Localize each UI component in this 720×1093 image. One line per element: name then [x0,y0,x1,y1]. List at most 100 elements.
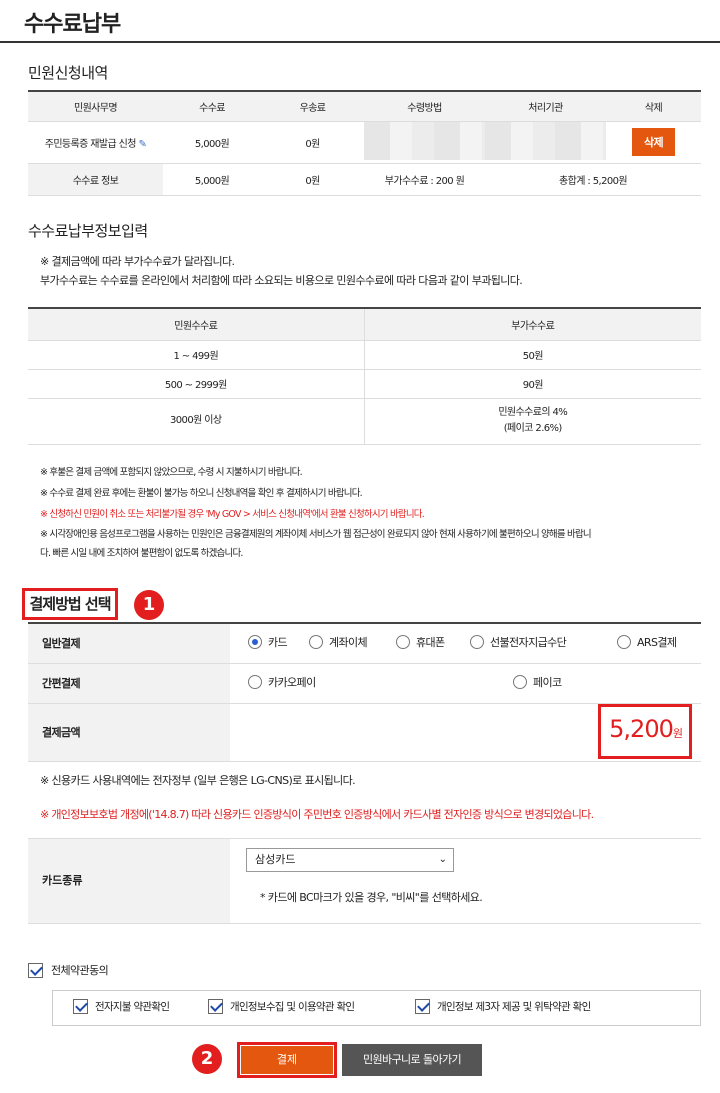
agreement-list: 전자지불 약관확인 개인정보수집 및 이용약관 확인 개인정보 제3자 제공 및… [52,990,701,1026]
card-type-table: 카드종류 삼성카드 ⌄ * 카드에 BC마크가 있을 경우, "비씨"를 선택하… [28,838,701,924]
fee-info-postage: 0원 [261,163,364,196]
table-row: 주민등록증 재발급 신청 ✎ 5,000원 0원 삭제 [28,121,701,164]
radio-icon[interactable] [470,635,484,649]
radio-payco[interactable]: 페이코 [513,674,562,690]
agency-cell [485,121,606,164]
agreement-checkbox[interactable] [208,999,223,1014]
radio-label: 선불전자지급수단 [490,636,567,649]
fee-info-total: 총합계 : 5,200원 [485,163,701,196]
easy-pay-label: 간편결제 [28,663,230,704]
edit-icon[interactable]: ✎ [138,139,146,150]
radio-icon[interactable] [309,635,323,649]
fee-info-row: 수수료 정보 5,000원 0원 부가수수료 : 200 원 총합계 : 5,2… [28,163,701,196]
step-badge-1: 1 [134,590,164,620]
radio-kakaopay[interactable]: 카카오페이 [248,674,316,690]
step-badge-2: 2 [192,1044,222,1074]
fee-info-extra: 부가수수료 : 200 원 [364,163,485,196]
service-name-cell: 주민등록증 재발급 신청 ✎ [28,121,163,164]
receipt-method-cell [364,121,485,164]
general-pay-label: 일반결제 [28,623,230,664]
note-line-refund: ※ 신청하신 민원이 취소 또는 처리불가될 경우 'My GOV > 서비스 … [40,509,425,520]
payment-info-heading: 수수료납부정보입력 [28,222,148,240]
amount-value: 5,200 [609,715,674,743]
radio-transfer[interactable]: 계좌이체 [309,634,368,650]
col-header: 처리기관 [485,91,606,122]
table-row: 500 ~ 2999원 90원 [28,369,701,399]
service-name: 주민등록증 재발급 신청 [44,138,137,150]
extra-fee-line: 민원수수료의 4% [498,407,568,418]
redacted-block [485,121,606,160]
page-title: 수수료납부 [24,12,121,37]
col-header: 민원수수료 [28,308,364,341]
fee-range-cell: 3000원 이상 [28,398,364,445]
fee-range-cell: 1 ~ 499원 [28,340,364,370]
agree-all-label: 전체약관동의 [51,964,109,977]
radio-icon[interactable] [617,635,631,649]
postage-cell: 0원 [261,121,364,164]
card-notice-red: ※ 개인정보보호법 개정에('14.8.7) 따라 신용카드 인증방식이 주민번… [40,808,594,821]
radio-icon[interactable] [396,635,410,649]
title-divider [0,41,720,43]
agreement-item[interactable]: 개인정보 제3자 제공 및 위탁약관 확인 [415,999,591,1014]
delete-button[interactable]: 삭제 [631,128,676,156]
radio-icon[interactable] [248,675,262,689]
agreement-checkbox[interactable] [73,999,88,1014]
radio-label: 계좌이체 [329,636,368,649]
back-to-basket-button[interactable]: 민원바구니로 돌아가기 [342,1044,482,1076]
radio-ars[interactable]: ARS결제 [617,634,677,650]
fee-notice-line: ※ 결제금액에 따라 부가수수료가 달라집니다. [40,255,235,268]
agree-all[interactable]: 전체약관동의 [28,962,109,978]
fee-info-label: 수수료 정보 [28,163,163,196]
agreement-link[interactable]: 전자지불 약관확인 [95,999,170,1014]
delete-cell: 삭제 [606,121,701,164]
col-header: 부가수수료 [363,308,701,341]
extra-fee-line: (페이코 2.6%) [503,423,563,434]
table-row: 1 ~ 499원 50원 [28,340,701,370]
application-heading: 민원신청내역 [28,64,108,82]
col-header: 우송료 [261,91,364,122]
redacted-block [364,121,485,160]
agree-all-checkbox[interactable] [28,962,43,978]
amount-unit: 원 [672,727,683,740]
fee-cell: 5,000원 [163,121,261,164]
agreement-item[interactable]: 개인정보수집 및 이용약관 확인 [208,999,355,1014]
fee-range-cell: 500 ~ 2999원 [28,369,364,399]
payment-method-heading: 결제방법 선택 [22,588,118,620]
radio-label: 카카오페이 [268,676,316,689]
note-line: ※ 시각장애인용 음성프로그램을 사용하는 민원인은 금융결제원의 계좌이체 서… [40,529,592,540]
note-line: 다. 빠른 시일 내에 조치하여 불편함이 없도록 하겠습니다. [40,548,243,559]
agreement-checkbox[interactable] [415,999,430,1014]
radio-prepaid[interactable]: 선불전자지급수단 [470,634,567,650]
extra-fee-table: 민원수수료 부가수수료 1 ~ 499원 50원 500 ~ 2999원 90원… [28,307,701,445]
extra-fee-cell: 50원 [363,340,701,370]
card-hint: * 카드에 BC마크가 있을 경우, "비씨"를 선택하세요. [260,891,483,904]
amount-label: 결제금액 [28,703,230,762]
radio-label: 페이코 [533,676,562,689]
note-line: ※ 후불은 결제 금액에 포함되지 않았으므로, 수령 시 지불하시기 바랍니다… [40,467,303,478]
card-type-label: 카드종류 [28,839,230,923]
note-line: ※ 수수료 결제 완료 후에는 환불이 불가능 하오니 신청내역을 확인 후 결… [40,488,363,499]
card-type-select[interactable]: 삼성카드 ⌄ [246,848,454,872]
radio-label: 휴대폰 [416,636,445,649]
col-header: 민원사무명 [28,91,163,122]
application-table: 민원사무명 수수료 우송료 수령방법 처리기관 삭제 주민등록증 재발급 신청 … [28,90,701,196]
chevron-down-icon: ⌄ [438,854,447,865]
col-header: 수수료 [163,91,261,122]
extra-fee-cell: 민원수수료의 4% (페이코 2.6%) [363,398,701,445]
table-row: 3000원 이상 민원수수료의 4% (페이코 2.6%) [28,398,701,445]
col-header: 수령방법 [364,91,485,122]
fee-notice: ※ 결제금액에 따라 부가수수료가 달라집니다. 부가수수료는 수수료를 온라인… [40,252,523,290]
card-type-value: 삼성카드 [255,853,296,866]
radio-selected-icon[interactable] [248,635,262,649]
radio-label: 카드 [268,636,288,649]
radio-card[interactable]: 카드 [248,634,288,650]
payment-amount: 5,200원 [598,704,692,759]
agreement-link[interactable]: 개인정보 제3자 제공 및 위탁약관 확인 [437,999,591,1014]
col-header: 삭제 [606,91,701,122]
radio-label: ARS결제 [637,636,677,649]
radio-icon[interactable] [513,675,527,689]
radio-phone[interactable]: 휴대폰 [396,634,445,650]
agreement-link[interactable]: 개인정보수집 및 이용약관 확인 [230,999,355,1014]
pay-button[interactable]: 결제 [241,1046,333,1074]
agreement-item[interactable]: 전자지불 약관확인 [73,999,170,1014]
